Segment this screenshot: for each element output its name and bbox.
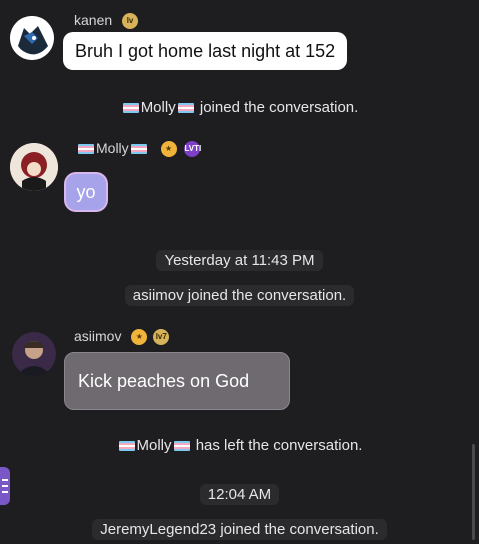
system-message: Molly has left the conversation. bbox=[0, 437, 479, 454]
message-bubble[interactable]: yo bbox=[66, 174, 106, 210]
avatar[interactable] bbox=[10, 16, 54, 60]
trans-flag-icon bbox=[122, 103, 139, 114]
wolf-avatar-icon bbox=[10, 16, 54, 60]
level-badge-icon: LVTI bbox=[184, 141, 201, 158]
system-message: JeremyLegend23 joined the conversation. bbox=[0, 519, 479, 540]
timestamp: Yesterday at 11:43 PM bbox=[0, 250, 479, 271]
avatar[interactable] bbox=[12, 332, 56, 376]
star-badge-icon: ★ bbox=[160, 141, 177, 158]
username[interactable]: Molly ★ LVTI bbox=[76, 140, 201, 158]
trans-flag-icon bbox=[177, 103, 194, 114]
trans-flag-icon bbox=[78, 144, 94, 155]
scrollbar[interactable] bbox=[472, 444, 475, 540]
system-message: Molly joined the conversation. bbox=[0, 99, 479, 116]
username[interactable]: kanen lv bbox=[74, 12, 139, 30]
person-avatar-icon bbox=[12, 332, 56, 376]
star-badge-icon: ★ bbox=[131, 329, 148, 346]
system-message: asiimov joined the conversation. bbox=[0, 285, 479, 306]
message-bubble[interactable]: Bruh I got home last night at 152 bbox=[63, 32, 348, 70]
trans-flag-icon bbox=[118, 441, 135, 452]
trans-flag-icon bbox=[173, 441, 190, 452]
message-bubble[interactable]: Kick peaches on God bbox=[64, 352, 290, 410]
username[interactable]: asiimov ★ lv7 bbox=[74, 328, 170, 346]
side-menu-tab[interactable] bbox=[0, 467, 10, 505]
character-avatar-icon bbox=[10, 143, 58, 191]
level-badge-icon: lv7 bbox=[153, 329, 170, 346]
timestamp: 12:04 AM bbox=[0, 484, 479, 505]
avatar[interactable] bbox=[10, 143, 58, 191]
trans-flag-icon bbox=[130, 144, 147, 155]
level-badge-icon: lv bbox=[122, 13, 139, 30]
